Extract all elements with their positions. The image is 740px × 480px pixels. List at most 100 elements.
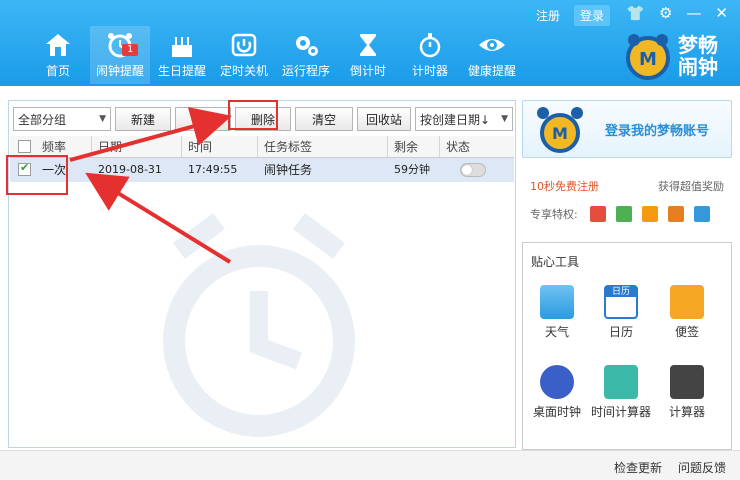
gears-icon (296, 36, 318, 56)
home-icon (46, 34, 70, 56)
tool-desktop-clock[interactable]: 桌面时钟 (527, 365, 587, 420)
nav-label: 生日提醒 (157, 64, 206, 78)
check-update-link[interactable]: 检查更新 (614, 459, 662, 476)
nav-label: 健康提醒 (467, 64, 516, 78)
chevron-down-icon: ▼ (501, 114, 508, 124)
tools-title: 贴心工具 (531, 255, 580, 269)
stopwatch-icon (419, 33, 441, 58)
nav-label: 计时器 (411, 64, 448, 78)
brand-name: 梦畅 闹钟 (678, 34, 728, 78)
select-all-checkbox[interactable] (18, 140, 31, 153)
account-panel: M 登录我的梦畅账号 10秒免费注册 获得超值奖励 专享特权: (522, 100, 732, 222)
brand-line-1: 梦畅 (678, 33, 718, 57)
nav-health[interactable]: 健康提醒 (462, 26, 522, 84)
desktop-clock-icon (540, 365, 574, 399)
col-task-label[interactable]: 任务标签 (258, 136, 388, 157)
login-card[interactable]: M 登录我的梦畅账号 (522, 100, 732, 158)
present-icon[interactable] (667, 206, 684, 222)
nav-home[interactable]: 首页 (28, 26, 88, 84)
tool-label: 桌面时钟 (532, 405, 581, 419)
mascot-icon: M (537, 107, 583, 153)
brand: M 梦畅 闹钟 (622, 30, 728, 82)
window-controls: 👕 ⚙ — ✕ (626, 4, 728, 22)
cell-task-label: 闹钟任务 (264, 163, 313, 177)
nav-birthday[interactable]: 生日提醒 (152, 26, 212, 84)
main-nav: 首页 1 闹钟提醒 生日提醒 定时关机 运行程序 倒计时 计时器 健康提醒 (28, 26, 524, 84)
tool-label: 天气 (544, 325, 569, 339)
nav-countdown[interactable]: 倒计时 (338, 26, 398, 84)
chevron-down-icon: ▼ (99, 114, 106, 124)
vip-icon[interactable] (693, 206, 710, 222)
skin-icon[interactable]: 👕 (626, 4, 645, 22)
status-toggle[interactable] (460, 163, 486, 177)
nav-label: 定时关机 (219, 64, 268, 78)
recycle-bin-button[interactable]: 回收站 (357, 107, 411, 131)
table-row[interactable]: 一次 2019-08-31 17:49:55 闹钟任务 59分钟 (10, 158, 514, 182)
free-register-link[interactable]: 10秒免费注册 (530, 178, 599, 194)
alarm-watermark-icon (163, 213, 355, 437)
brand-line-2: 闹钟 (678, 55, 718, 79)
reward-text: 获得超值奖励 (658, 180, 724, 193)
svg-text:M: M (552, 124, 568, 143)
tool-calendar[interactable]: 日历 日历 (591, 285, 651, 340)
nav-label: 运行程序 (281, 64, 330, 78)
tool-label: 计算器 (668, 405, 705, 419)
tool-note[interactable]: 便签 (657, 285, 717, 340)
privileges-row: 专享特权: (522, 206, 732, 222)
nav-timer[interactable]: 计时器 (400, 26, 460, 84)
group-select-value: 全部分组 (18, 112, 67, 127)
time-calculator-icon (604, 365, 638, 399)
gift-icon[interactable] (589, 206, 606, 222)
tool-label: 日历 (608, 325, 633, 339)
calendar-icon: 日历 (604, 285, 638, 319)
rocket-icon[interactable] (615, 206, 632, 222)
select-all-cell (10, 136, 36, 157)
cell-date: 2019-08-31 (98, 163, 162, 176)
svg-text:M: M (639, 49, 657, 70)
close-icon[interactable]: ✕ (715, 4, 728, 22)
nav-label: 倒计时 (349, 64, 386, 78)
sort-select[interactable]: 按创建日期↓ ▼ (415, 107, 513, 131)
skin-icon[interactable] (641, 206, 658, 222)
register-link[interactable]: 注册 (530, 5, 566, 26)
power-icon (231, 33, 257, 57)
note-icon (670, 285, 704, 319)
cell-time: 17:49:55 (188, 163, 238, 176)
new-button[interactable]: 新建 (115, 107, 171, 131)
alarm-list-panel: 全部分组 ▼ 新建 修改 删除 清空 回收站 按创建日期↓ ▼ 频率 日期 时间… (8, 100, 516, 448)
col-status[interactable]: 状态 (440, 136, 514, 157)
sort-select-value: 按创建日期↓ (420, 112, 491, 127)
col-remaining[interactable]: 剩余 (388, 136, 440, 157)
col-date[interactable]: 日期 (92, 136, 182, 157)
gear-icon[interactable]: ⚙ (659, 4, 672, 22)
status-bar: 检查更新 问题反馈 (0, 450, 740, 480)
group-select[interactable]: 全部分组 ▼ (13, 107, 111, 131)
tool-calculator[interactable]: 计算器 (657, 365, 717, 420)
table-header: 频率 日期 时间 任务标签 剩余 状态 (10, 136, 514, 158)
nav-alarm[interactable]: 1 闹钟提醒 (90, 26, 150, 84)
annotation-box-row (6, 155, 68, 195)
nav-shutdown[interactable]: 定时关机 (214, 26, 274, 84)
birthday-cake-icon (172, 37, 192, 57)
calendar-icon-header: 日历 (606, 287, 636, 297)
edit-button[interactable]: 修改 (175, 107, 231, 131)
login-link[interactable]: 登录 (573, 5, 610, 26)
hourglass-icon (360, 34, 376, 56)
tools-panel: 贴心工具 天气 日历 日历 便签 桌面时钟 时间计算器 计算器 (522, 242, 732, 450)
col-frequency[interactable]: 频率 (36, 136, 92, 157)
clear-button[interactable]: 清空 (295, 107, 353, 131)
tool-weather[interactable]: 天气 (527, 285, 587, 340)
col-time[interactable]: 时间 (182, 136, 258, 157)
nav-run-program[interactable]: 运行程序 (276, 26, 336, 84)
privileges-label: 专享特权: (530, 208, 578, 221)
eye-icon (479, 39, 505, 51)
nav-label: 首页 (45, 64, 70, 78)
feedback-link[interactable]: 问题反馈 (678, 459, 726, 476)
tool-time-calculator[interactable]: 时间计算器 (591, 365, 651, 420)
tool-label: 便签 (674, 325, 699, 339)
tool-label: 时间计算器 (591, 405, 652, 419)
minimize-icon[interactable]: — (686, 4, 701, 22)
weather-icon (540, 285, 574, 319)
account-links: 注册 登录 (530, 5, 610, 26)
login-card-text: 登录我的梦畅账号 (605, 123, 710, 139)
